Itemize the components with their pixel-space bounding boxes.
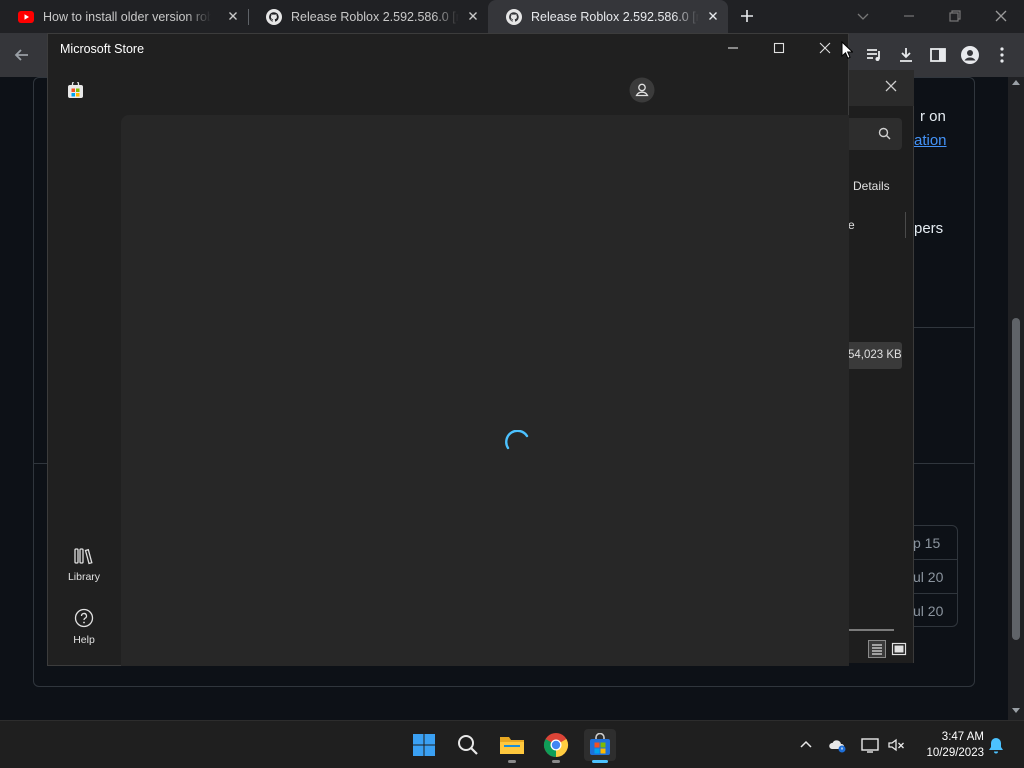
chrome-button[interactable] — [540, 729, 572, 761]
file-details-panel: Details e 54,023 KB — [848, 70, 914, 663]
panel-search-box[interactable] — [848, 118, 902, 150]
start-button[interactable] — [408, 729, 440, 761]
divider — [914, 463, 975, 464]
minimize-icon[interactable] — [725, 40, 741, 56]
github-icon — [266, 8, 282, 25]
nav-library-label: Library — [67, 571, 101, 583]
panel-scrollbar[interactable] — [848, 629, 894, 631]
search-icon — [878, 127, 891, 140]
windows-taskbar: 3:47 AM 10/29/2023 — [0, 720, 1024, 768]
close-tab-icon[interactable] — [226, 9, 240, 23]
browser-tab-github-release-active[interactable]: Release Roblox 2.592.586.0 [non- — [488, 0, 728, 33]
download-icon[interactable] — [896, 45, 916, 65]
close-window-icon[interactable] — [991, 6, 1011, 26]
maximize-icon[interactable] — [771, 40, 787, 56]
file-explorer-button[interactable] — [496, 729, 528, 761]
library-icon — [74, 548, 93, 565]
side-panel-icon[interactable] — [928, 45, 948, 65]
notification-bell-icon[interactable] — [986, 735, 1006, 755]
microsoft-store-icon — [590, 733, 610, 755]
description-text: r on — [920, 108, 946, 125]
windows-logo-icon — [413, 734, 435, 756]
clock-date: 10/29/2023 — [926, 747, 984, 759]
panel-header — [848, 70, 914, 106]
store-logo-icon — [68, 82, 83, 98]
folder-icon — [500, 737, 524, 754]
help-icon — [74, 608, 94, 628]
close-icon[interactable] — [884, 79, 898, 93]
system-clock[interactable]: 3:47 AM 10/29/2023 — [912, 729, 984, 761]
documentation-link[interactable]: ation — [914, 132, 947, 149]
taskbar-search-button[interactable] — [452, 729, 484, 761]
microsoft-store-window: Microsoft Store Library Help — [47, 33, 849, 666]
nav-help-label: Help — [73, 634, 95, 646]
more-menu-icon[interactable] — [992, 45, 1012, 65]
minimize-icon[interactable] — [899, 6, 919, 26]
nav-help[interactable]: Help — [56, 607, 112, 646]
mouse-cursor-icon — [841, 41, 853, 59]
tab-title: Release Roblox 2.592.586.0 [non- — [291, 9, 459, 24]
close-tab-icon[interactable] — [466, 9, 480, 23]
browser-tab-strip: How to install older version roblox Rele… — [0, 0, 1024, 33]
chevron-down-icon[interactable] — [853, 6, 873, 26]
browser-tab-github-release[interactable]: Release Roblox 2.592.586.0 [non- — [248, 0, 488, 33]
divider — [914, 327, 975, 328]
close-tab-icon[interactable] — [706, 9, 720, 23]
reading-list-icon[interactable] — [864, 45, 884, 65]
back-arrow-icon[interactable] — [12, 45, 32, 65]
new-tab-plus-icon[interactable] — [739, 8, 755, 24]
contributors-text: pers — [914, 220, 944, 237]
chrome-icon — [543, 733, 569, 757]
restore-icon[interactable] — [945, 6, 965, 26]
onedrive-icon[interactable] — [828, 735, 848, 755]
store-content-area — [121, 115, 849, 666]
window-title: Microsoft Store — [60, 42, 145, 56]
clock-time: 3:47 AM — [941, 731, 984, 743]
microsoft-store-taskbar-button[interactable] — [584, 729, 616, 761]
scroll-down-arrow-icon[interactable] — [1012, 708, 1020, 714]
running-indicator — [552, 760, 560, 763]
running-indicator — [508, 760, 516, 763]
release-date[interactable]: ul 20 — [913, 569, 943, 585]
account-avatar-icon[interactable] — [629, 77, 655, 103]
details-label[interactable]: Details — [853, 179, 890, 193]
file-size-value: 54,023 KB — [848, 342, 902, 369]
profile-avatar-icon[interactable] — [960, 45, 980, 65]
scroll-up-arrow-icon[interactable] — [1012, 79, 1020, 85]
tab-title: How to install older version roblox — [43, 9, 211, 24]
chevron-up-icon[interactable] — [796, 735, 816, 755]
volume-muted-icon[interactable] — [886, 735, 906, 755]
browser-tab-youtube[interactable]: How to install older version roblox — [0, 0, 248, 33]
release-date[interactable]: ul 20 — [913, 603, 943, 619]
github-icon — [506, 8, 522, 25]
details-view-icon[interactable] — [868, 640, 886, 658]
close-icon[interactable] — [817, 40, 833, 56]
scrollbar-thumb[interactable] — [1012, 318, 1020, 640]
search-icon — [458, 735, 478, 755]
release-date[interactable]: p 15 — [913, 535, 940, 551]
youtube-icon — [18, 10, 34, 23]
column-divider — [905, 212, 906, 238]
column-header-fragment: e — [848, 218, 855, 232]
loading-spinner-icon — [505, 430, 529, 450]
tab-title: Release Roblox 2.592.586.0 [non- — [531, 9, 699, 24]
nav-library[interactable]: Library — [56, 546, 112, 583]
active-window-indicator — [592, 760, 608, 763]
large-icons-view-icon[interactable] — [890, 640, 908, 658]
display-icon[interactable] — [860, 735, 880, 755]
